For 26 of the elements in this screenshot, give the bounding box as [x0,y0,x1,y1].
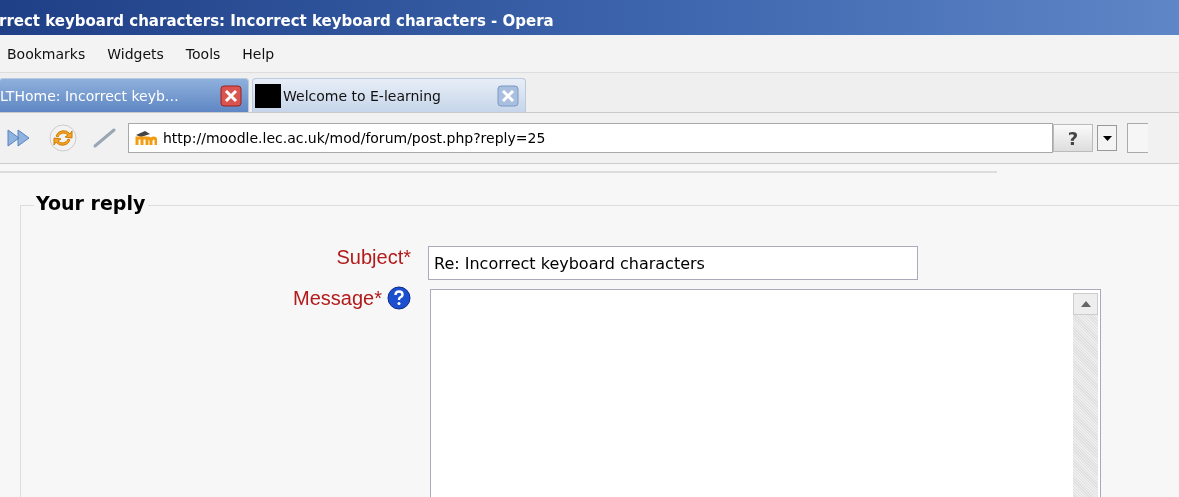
favicon-icon [255,83,281,108]
browser-tab[interactable]: Welcome to E-learning [252,78,526,112]
toolbar-button[interactable] [1127,123,1148,153]
help-button[interactable]: ? [1053,124,1093,152]
scroll-up-button[interactable] [1073,293,1098,315]
subject-field[interactable]: Re: Incorrect keyboard characters [428,246,918,280]
help-icon[interactable] [387,286,411,310]
up-arrow-icon [1080,301,1091,307]
address-field[interactable]: http://moodle.lec.ac.uk/mod/forum/post.php?reply=25 [128,123,1053,153]
menu-item[interactable]: Bookmarks [7,45,86,62]
field-label: Subject* [336,246,411,269]
menu-item[interactable]: Tools [185,45,221,62]
message-field[interactable] [430,289,1101,497]
reload-icon[interactable] [48,123,78,153]
moodle-logo-icon [135,130,157,146]
menu-item[interactable]: Widgets [107,45,164,62]
fieldset-legend: Your reply [34,192,149,214]
window-title: rrect keyboard characters: Incorrect keyboard characters - Opera [0,11,554,30]
url-text: http://moodle.lec.ac.uk/mod/forum/post.php?reply=25 [163,130,546,146]
dropdown-button[interactable] [1097,125,1117,151]
pen-icon[interactable] [92,127,118,149]
caret-icon [1102,135,1112,141]
scrollbar[interactable] [1073,293,1098,497]
field-label: Message* [293,286,382,310]
menu-item[interactable]: Help [242,45,275,62]
close-icon[interactable] [220,84,242,107]
